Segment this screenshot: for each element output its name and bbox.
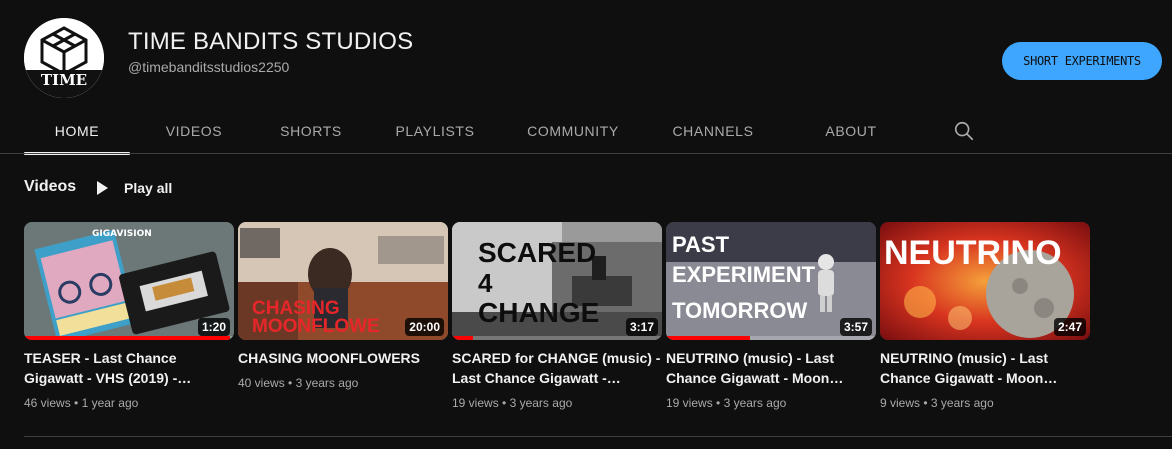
video-title[interactable]: CHASING MOONFLOWERS: [238, 348, 448, 368]
thumb-text: MOONFLOWE: [252, 316, 380, 337]
meta-separator: •: [288, 376, 293, 390]
video-thumbnail[interactable]: CHASING MOONFLOWE 20:00: [238, 222, 448, 340]
meta-separator: •: [74, 396, 79, 410]
video-meta: 40 views • 3 years ago: [238, 374, 448, 392]
cube-logo-icon: TIME: [24, 18, 104, 98]
short-experiments-link[interactable]: SHORT EXPERIMENTS: [1002, 42, 1162, 80]
channel-avatar[interactable]: TIME: [24, 18, 104, 98]
thumb-text: NEUTRINO: [884, 234, 1062, 272]
tab-channels[interactable]: CHANNELS: [640, 108, 786, 154]
video-duration: 3:57: [839, 318, 872, 336]
tab-shorts[interactable]: SHORTS: [258, 108, 364, 154]
section-divider: [24, 436, 1172, 437]
avatar-text: TIME: [41, 71, 87, 89]
video-card[interactable]: SCARED 4 CHANGE 3:17 SCARED for CHANGE (…: [452, 222, 662, 412]
video-title[interactable]: NEUTRINO (music) - Last Chance Gigawatt …: [666, 348, 876, 388]
video-title[interactable]: SCARED for CHANGE (music) - Last Chance …: [452, 348, 662, 388]
tab-home[interactable]: HOME: [24, 108, 130, 155]
watch-progress: [24, 336, 230, 340]
video-duration: 2:47: [1053, 318, 1086, 336]
thumb-text: 4: [478, 268, 493, 298]
video-views: 19 views: [666, 396, 713, 410]
video-duration: 3:17: [625, 318, 658, 336]
section-title: Videos: [24, 178, 77, 195]
video-thumbnail[interactable]: PAST EXPERIMENT TOMORROW 3:57: [666, 222, 876, 340]
video-duration: 20:00: [405, 318, 444, 336]
tab-community[interactable]: COMMUNITY: [506, 108, 640, 154]
channel-handle: @timebanditsstudios2250: [128, 59, 290, 75]
video-card[interactable]: NEUTRINO 2:47 NEUTRINO (music) - Last Ch…: [880, 222, 1090, 412]
meta-separator: •: [716, 396, 721, 410]
tab-playlists[interactable]: PLAYLISTS: [364, 108, 506, 154]
video-meta: 46 views • 1 year ago: [24, 394, 234, 412]
video-age: 3 years ago: [509, 396, 573, 410]
thumb-text: TOMORROW: [672, 298, 807, 323]
video-card[interactable]: GIGAVISION 1:20 TEASER - Last Chance Gig…: [24, 222, 234, 412]
tab-search[interactable]: [940, 108, 988, 154]
video-title[interactable]: TEASER - Last Chance Gigawatt - VHS (201…: [24, 348, 234, 388]
channel-name: TIME BANDITS STUDIOS: [128, 28, 414, 55]
tab-about[interactable]: ABOUT: [786, 108, 916, 154]
search-icon: [954, 121, 974, 141]
channel-tabs: HOME VIDEOS SHORTS PLAYLISTS COMMUNITY C…: [24, 108, 1172, 155]
video-meta: 9 views • 3 years ago: [880, 394, 1090, 412]
thumb-text: CHANGE: [478, 297, 599, 328]
watch-progress: [452, 336, 473, 340]
video-thumbnail[interactable]: GIGAVISION 1:20: [24, 222, 234, 340]
video-age: 3 years ago: [295, 376, 359, 390]
meta-separator: •: [923, 396, 928, 410]
video-age: 1 year ago: [81, 396, 139, 410]
video-views: 19 views: [452, 396, 499, 410]
video-meta: 19 views • 3 years ago: [666, 394, 876, 412]
thumb-text: GIGAVISION: [92, 229, 152, 239]
video-views: 9 views: [880, 396, 921, 410]
video-views: 40 views: [238, 376, 285, 390]
video-thumbnail[interactable]: NEUTRINO 2:47: [880, 222, 1090, 340]
thumb-text: PAST: [672, 232, 730, 257]
play-all-button[interactable]: Play all: [94, 175, 172, 201]
video-title[interactable]: NEUTRINO (music) - Last Chance Gigawatt …: [880, 348, 1090, 388]
tab-videos[interactable]: VIDEOS: [130, 108, 258, 154]
video-views: 46 views: [24, 396, 71, 410]
progress-track: [452, 336, 662, 340]
play-icon: [97, 181, 108, 195]
video-card[interactable]: CHASING MOONFLOWE 20:00 CHASING MOONFLOW…: [238, 222, 448, 392]
video-age: 3 years ago: [930, 396, 994, 410]
video-meta: 19 views • 3 years ago: [452, 394, 662, 412]
video-thumbnail[interactable]: SCARED 4 CHANGE 3:17: [452, 222, 662, 340]
video-duration: 1:20: [197, 318, 230, 336]
meta-separator: •: [502, 396, 507, 410]
video-age: 3 years ago: [723, 396, 787, 410]
watch-progress: [666, 336, 750, 340]
tabs-divider: [0, 153, 1172, 154]
thumb-text: SCARED: [478, 237, 596, 268]
thumb-text: EXPERIMENT: [672, 262, 816, 287]
channel-header: TIME TIME BANDITS STUDIOS @timebanditsst…: [24, 18, 1162, 100]
video-card[interactable]: PAST EXPERIMENT TOMORROW 3:57 NEUTRINO (…: [666, 222, 876, 412]
play-all-label: Play all: [124, 180, 173, 196]
